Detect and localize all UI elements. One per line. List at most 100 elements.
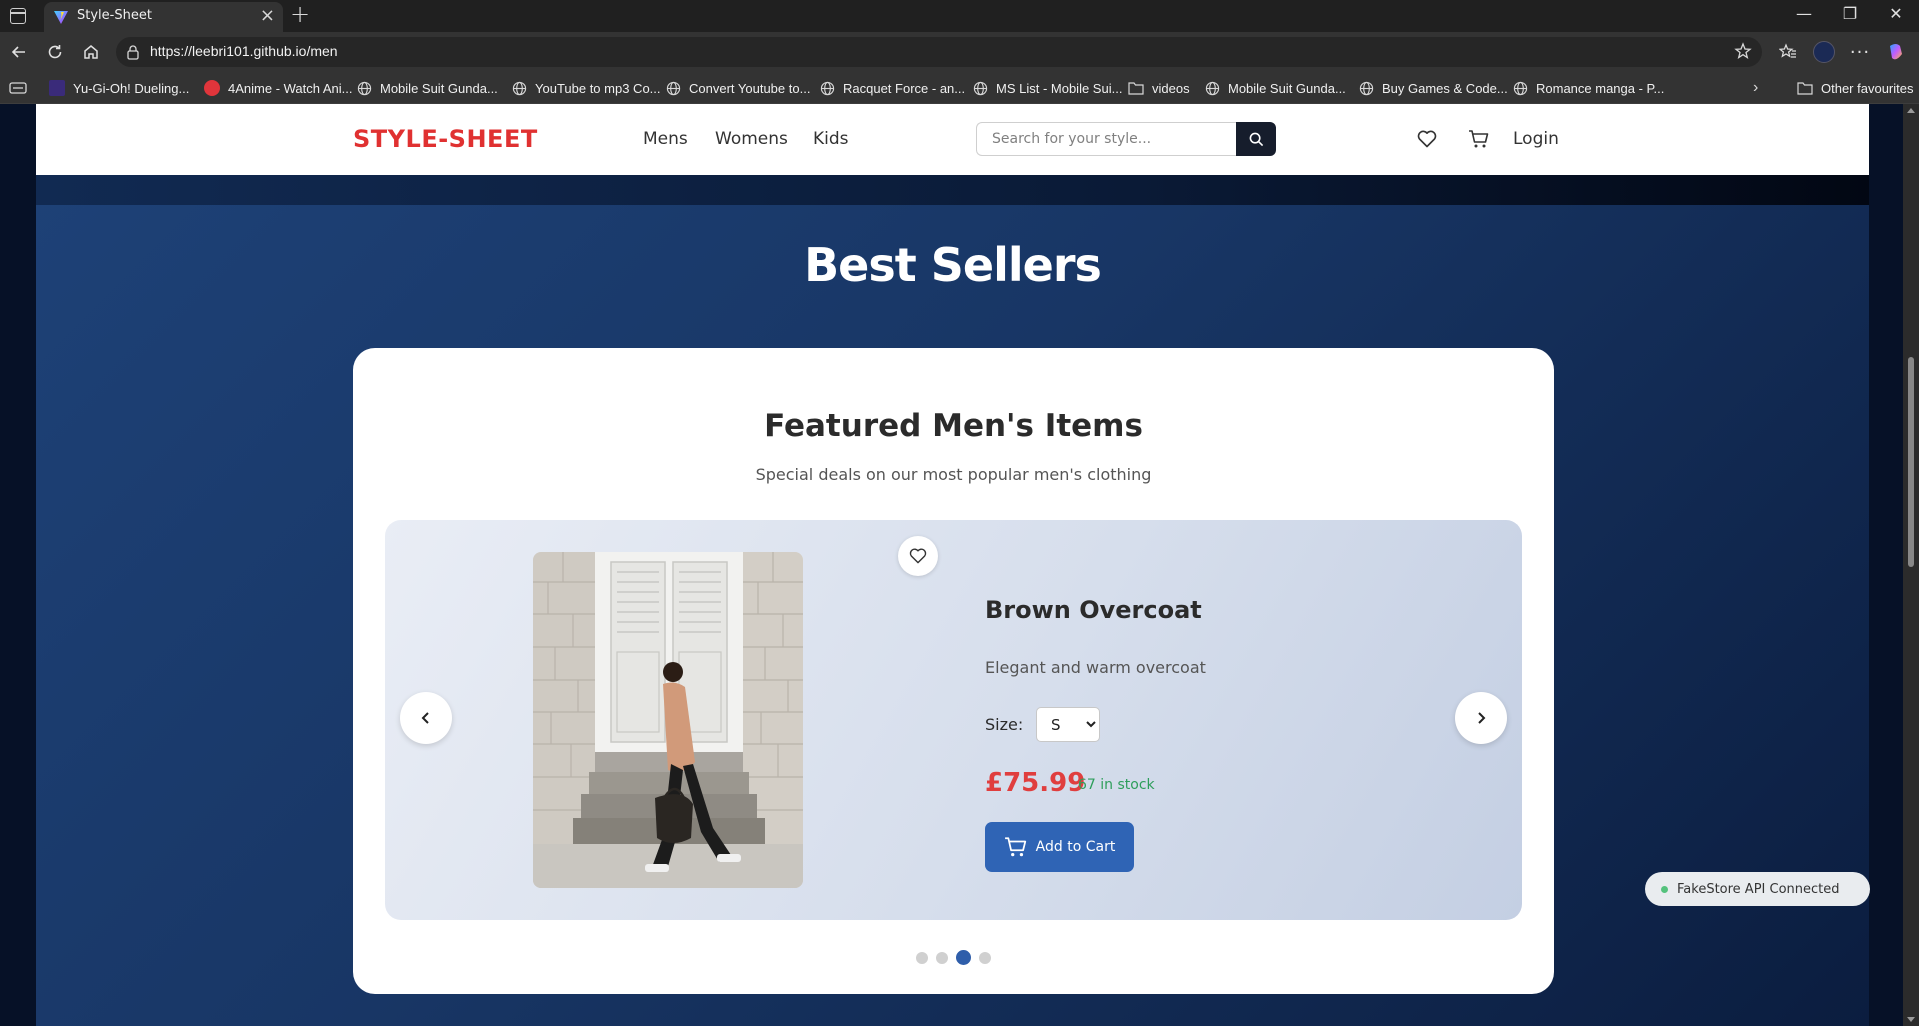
tab-close-icon[interactable]: × bbox=[260, 5, 275, 26]
heart-icon bbox=[909, 548, 927, 564]
bookmark-item[interactable]: Yu-Gi-Oh! Dueling... bbox=[49, 79, 189, 97]
add-to-wishlist-button[interactable] bbox=[898, 536, 938, 576]
address-bar[interactable]: https://leebri101.github.io/men bbox=[116, 37, 1762, 67]
more-options-icon[interactable]: ··· bbox=[1848, 40, 1872, 64]
featured-subtitle: Special deals on our most popular men's … bbox=[755, 465, 1152, 484]
carousel-dot-active[interactable] bbox=[956, 950, 971, 965]
refresh-button[interactable] bbox=[41, 38, 69, 66]
bookmark-label: YouTube to mp3 Co... bbox=[535, 80, 661, 96]
bookmark-item[interactable]: videos bbox=[1128, 79, 1190, 97]
product-image bbox=[533, 552, 803, 888]
bookmark-label: Mobile Suit Gunda... bbox=[380, 80, 498, 96]
browser-toolbar: https://leebri101.github.io/men ··· bbox=[0, 32, 1919, 72]
bookmark-item[interactable]: Racquet Force - an... bbox=[819, 79, 965, 97]
profile-avatar[interactable] bbox=[1812, 40, 1836, 64]
favorites-icon[interactable] bbox=[1776, 40, 1800, 64]
folder-icon bbox=[1797, 80, 1813, 96]
scroll-down-icon[interactable] bbox=[1907, 1017, 1915, 1022]
bookmarks-overflow-chevron-icon[interactable]: › bbox=[1753, 79, 1758, 97]
scroll-up-icon[interactable] bbox=[1907, 108, 1915, 113]
page-viewport: STYLE-SHEET Mens Womens Kids Login Best … bbox=[0, 104, 1919, 1026]
restore-button[interactable]: ❐ bbox=[1827, 4, 1873, 23]
chevron-right-icon bbox=[1478, 712, 1486, 724]
browser-tab-bar: Style-Sheet × + — ❐ ✕ bbox=[0, 0, 1919, 32]
product-description: Elegant and warm overcoat bbox=[985, 658, 1206, 677]
page-content: STYLE-SHEET Mens Womens Kids Login Best … bbox=[36, 104, 1869, 1026]
tab-actions-icon[interactable] bbox=[10, 8, 26, 24]
carousel-next-button[interactable] bbox=[1455, 692, 1507, 744]
bookmark-item[interactable]: MS List - Mobile Sui... bbox=[972, 79, 1122, 97]
featured-card: Featured Men's Items Special deals on ou… bbox=[353, 348, 1554, 994]
bookmark-item[interactable]: Mobile Suit Gunda... bbox=[1204, 79, 1346, 97]
globe-icon bbox=[1204, 80, 1220, 96]
reading-list-icon[interactable] bbox=[6, 76, 30, 100]
site-logo[interactable]: STYLE-SHEET bbox=[353, 125, 538, 153]
bookmark-label: Yu-Gi-Oh! Dueling... bbox=[73, 80, 190, 96]
cart-icon[interactable] bbox=[1467, 127, 1491, 151]
chevron-left-icon bbox=[421, 712, 429, 724]
site-header: STYLE-SHEET Mens Womens Kids Login bbox=[36, 104, 1869, 175]
bookmark-item[interactable]: YouTube to mp3 Co... bbox=[511, 79, 661, 97]
bookmark-label: Racquet Force - an... bbox=[843, 80, 966, 96]
folder-icon bbox=[1128, 80, 1144, 96]
lock-icon bbox=[127, 45, 139, 60]
bookmark-label: MS List - Mobile Sui... bbox=[996, 80, 1123, 96]
add-to-cart-button[interactable]: Add to Cart bbox=[985, 822, 1134, 872]
status-dot-icon bbox=[1661, 885, 1668, 893]
globe-icon bbox=[665, 80, 681, 96]
login-link[interactable]: Login bbox=[1513, 129, 1559, 149]
globe-icon bbox=[1358, 80, 1374, 96]
4anime-icon bbox=[204, 80, 220, 96]
browser-tab[interactable]: Style-Sheet × bbox=[44, 2, 283, 32]
yugioh-icon bbox=[49, 80, 65, 96]
featured-title: Featured Men's Items bbox=[764, 408, 1143, 444]
bookmark-item[interactable]: Romance manga - P... bbox=[1512, 79, 1664, 97]
minimize-button[interactable]: — bbox=[1781, 4, 1827, 23]
globe-icon bbox=[819, 80, 835, 96]
bookmark-item[interactable]: Buy Games & Code... bbox=[1358, 79, 1508, 97]
nav-link-kids[interactable]: Kids bbox=[813, 129, 849, 149]
nav-link-mens[interactable]: Mens bbox=[643, 129, 688, 149]
vite-favicon-icon bbox=[54, 11, 68, 24]
bookmark-label: videos bbox=[1152, 80, 1190, 96]
globe-icon bbox=[1512, 80, 1528, 96]
favorite-star-icon[interactable] bbox=[1734, 42, 1752, 60]
bookmark-item[interactable]: Mobile Suit Gunda... bbox=[356, 79, 498, 97]
carousel-dot[interactable] bbox=[936, 951, 948, 964]
other-favourites-folder[interactable]: Other favourites bbox=[1797, 79, 1914, 97]
new-tab-button[interactable]: + bbox=[290, 0, 310, 28]
size-select[interactable]: S bbox=[1036, 707, 1100, 742]
bookmark-label: 4Anime - Watch Ani... bbox=[228, 80, 353, 96]
carousel-dot[interactable] bbox=[979, 951, 991, 964]
carousel-dot[interactable] bbox=[916, 951, 928, 964]
section-title: Best Sellers bbox=[804, 238, 1102, 292]
close-window-button[interactable]: ✕ bbox=[1873, 4, 1919, 23]
home-button[interactable] bbox=[77, 38, 105, 66]
copilot-icon[interactable] bbox=[1884, 40, 1908, 64]
url-text: https://leebri101.github.io/men bbox=[150, 43, 338, 59]
product-price: £75.99 bbox=[985, 768, 1086, 798]
search-input[interactable] bbox=[976, 122, 1236, 156]
bookmark-item[interactable]: 4Anime - Watch Ani... bbox=[204, 79, 353, 97]
bookmark-label: Buy Games & Code... bbox=[1382, 80, 1508, 96]
search-button[interactable] bbox=[1236, 122, 1276, 156]
bookmark-item[interactable]: Convert Youtube to... bbox=[665, 79, 810, 97]
globe-icon bbox=[972, 80, 988, 96]
home-icon bbox=[84, 45, 98, 59]
scroll-thumb[interactable] bbox=[1908, 357, 1914, 567]
bookmark-label: Convert Youtube to... bbox=[689, 80, 811, 96]
globe-icon bbox=[356, 80, 372, 96]
back-button[interactable] bbox=[5, 38, 33, 66]
search-icon bbox=[1249, 132, 1263, 146]
other-favourites-label: Other favourites bbox=[1821, 80, 1914, 96]
bookmark-label: Romance manga - P... bbox=[1536, 80, 1665, 96]
wishlist-heart-icon[interactable] bbox=[1415, 127, 1439, 151]
api-status-toast: FakeStore API Connected bbox=[1645, 872, 1870, 906]
stock-status: 67 in stock bbox=[1078, 777, 1155, 793]
carousel-prev-button[interactable] bbox=[400, 692, 452, 744]
back-arrow-icon bbox=[11, 46, 25, 58]
globe-icon bbox=[511, 80, 527, 96]
nav-link-womens[interactable]: Womens bbox=[715, 129, 788, 149]
cart-icon bbox=[1004, 837, 1026, 857]
page-scrollbar[interactable] bbox=[1903, 104, 1919, 1026]
